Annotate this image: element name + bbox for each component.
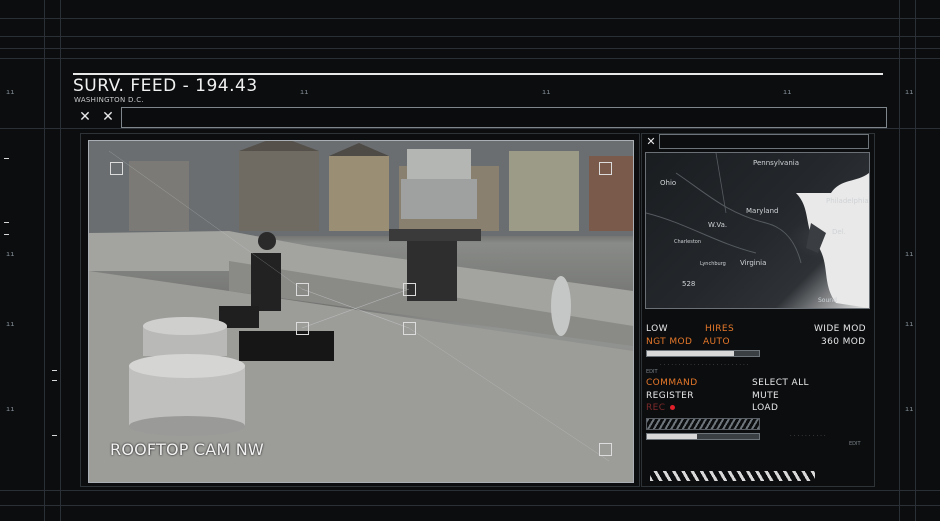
tick-mark: ıı: [905, 88, 914, 96]
tick-mark: ıı: [6, 320, 15, 328]
load-progress-fill: [647, 434, 698, 439]
rooftop-scene: [89, 141, 633, 482]
tick-mark: ıı: [6, 405, 15, 413]
map-label: Lynchburg: [700, 261, 726, 267]
edge-marker: [52, 435, 57, 436]
target-marker: [110, 162, 123, 175]
ngt-mod-button[interactable]: NGT MOD: [646, 337, 692, 347]
command-bar[interactable]: [121, 107, 887, 128]
header-rule: [73, 73, 883, 75]
status-microtext: · · · · · · · · · · · · · · · · · · · · …: [660, 362, 749, 368]
page-title: SURV. FEED - 194.43: [73, 76, 258, 96]
close-icon[interactable]: ✕: [643, 134, 659, 150]
low-mode-button[interactable]: LOW: [646, 324, 668, 334]
target-marker: [403, 322, 416, 335]
select-all-button[interactable]: SELECT ALL: [752, 378, 809, 388]
map-label: Sound: [818, 297, 837, 304]
tick-mark: ıı: [905, 320, 914, 328]
tick-mark: ıı: [783, 88, 792, 96]
hatch-bar: [646, 418, 760, 430]
grid-line: [0, 128, 940, 129]
target-marker: [296, 322, 309, 335]
map-label: Del.: [832, 228, 846, 236]
auto-mode-button[interactable]: AUTO: [703, 337, 730, 347]
wide-mod-button[interactable]: WIDE MOD: [814, 324, 866, 334]
grid-line: [60, 0, 61, 521]
target-marker: [599, 443, 612, 456]
grid-line: [0, 58, 940, 59]
grid-line: [0, 18, 940, 19]
camera-label: ROOFTOP CAM NW: [110, 440, 264, 459]
map-label: 528: [682, 280, 696, 288]
grid-line: [899, 0, 900, 521]
command-button[interactable]: COMMAND: [646, 378, 698, 388]
camera-feed[interactable]: [88, 140, 634, 483]
tick-mark: ıı: [905, 405, 914, 413]
region-map[interactable]: Pennsylvania Ohio Maryland Philadelphia …: [645, 152, 870, 309]
target-marker: [296, 283, 309, 296]
map-label: Charleston: [674, 239, 702, 245]
grid-line: [915, 0, 916, 521]
map-label: Ohio: [660, 179, 677, 187]
edge-marker: [52, 370, 57, 371]
grid-line: [0, 48, 940, 49]
tick-mark: ıı: [905, 250, 914, 258]
stripe-indicator: [650, 471, 815, 481]
edge-marker: [52, 380, 57, 381]
map-label: Pennsylvania: [753, 159, 799, 167]
close-icon[interactable]: ✕: [100, 109, 116, 125]
hires-mode-button[interactable]: HIRES: [705, 324, 734, 334]
close-icon[interactable]: ✕: [77, 109, 93, 125]
360-mod-button[interactable]: 360 MOD: [821, 337, 866, 347]
rec-button[interactable]: REC: [646, 403, 665, 413]
panel-bar[interactable]: [659, 134, 869, 149]
register-button[interactable]: REGISTER: [646, 391, 694, 401]
target-marker: [599, 162, 612, 175]
grid-line: [0, 490, 940, 491]
edge-marker: [4, 158, 9, 159]
edit-caption-right: EDIT: [849, 441, 861, 447]
edge-marker: [4, 234, 9, 235]
status-microtext: · · · · · · · · · ·: [790, 433, 826, 439]
target-marker: [403, 283, 416, 296]
mute-button[interactable]: MUTE: [752, 391, 779, 401]
grid-line: [0, 505, 940, 506]
tick-mark: ıı: [6, 250, 15, 258]
grid-line: [44, 0, 45, 521]
signal-progress-fill: [647, 351, 735, 356]
tick-mark: ıı: [542, 88, 551, 96]
edge-marker: [4, 222, 9, 223]
grid-line: [0, 36, 940, 37]
map-label: Virginia: [740, 259, 767, 267]
map-label: Maryland: [746, 207, 779, 215]
edit-caption: EDIT: [646, 369, 658, 375]
location-subtitle: WASHINGTON D.C.: [74, 96, 144, 104]
map-label: Philadelphia: [826, 197, 869, 205]
load-button[interactable]: LOAD: [752, 403, 778, 413]
rec-dot-icon: [670, 405, 675, 410]
map-label: W.Va.: [708, 221, 728, 229]
tick-mark: ıı: [6, 88, 15, 96]
tick-mark: ıı: [300, 88, 309, 96]
